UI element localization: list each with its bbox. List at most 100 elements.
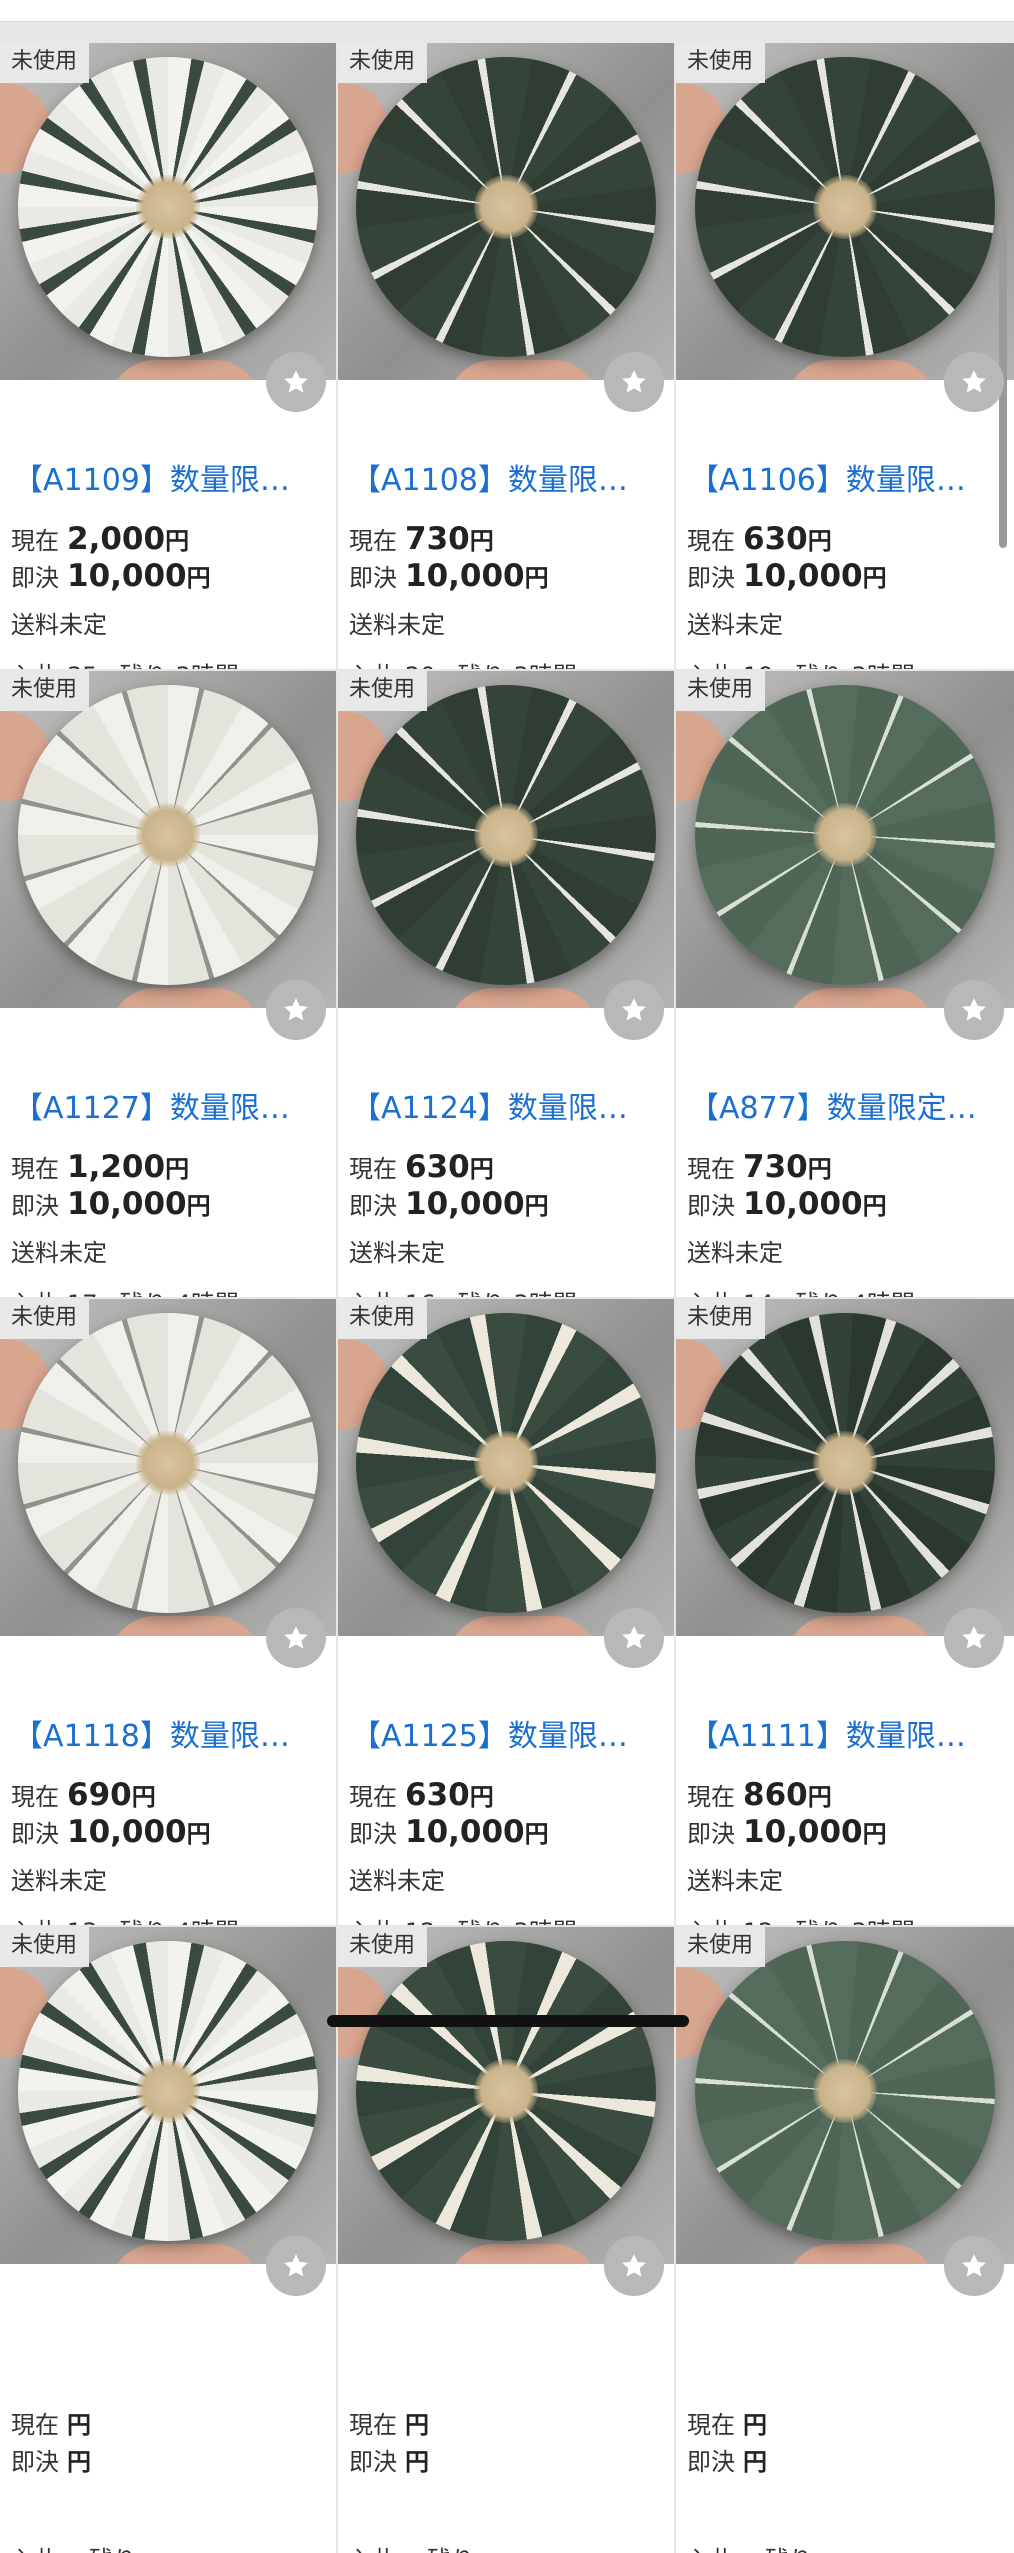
product-thumbnail[interactable]: 未使用 xyxy=(338,43,674,380)
product-card[interactable]: 未使用 【A1111】数量限… 現在860円 即決10,000円 送料未定 入札… xyxy=(676,1299,1014,1925)
current-price-label: 現在 xyxy=(687,2411,735,2439)
cactus-photo xyxy=(18,1313,318,1613)
product-thumbnail[interactable]: 未使用 xyxy=(0,1299,336,1636)
yen-unit: 円 xyxy=(67,2411,91,2439)
bid-count: 12 xyxy=(405,1918,436,1925)
bid-count: 17 xyxy=(67,1290,98,1297)
buy-now-price-row: 即決 10,000円 xyxy=(11,558,211,594)
product-thumbnail[interactable]: 未使用 xyxy=(676,1927,1014,2264)
favorite-button[interactable] xyxy=(266,1608,326,1668)
product-card[interactable]: 未使用 【A1127】数量限… 現在 1,200円 即決 10,000円 送料未定 … xyxy=(0,671,336,1297)
bid-count: 20 xyxy=(405,662,436,669)
product-title[interactable]: 【A1124】数量限… xyxy=(351,1091,671,1127)
shipping-info: 送料未定 xyxy=(11,611,107,639)
product-thumbnail[interactable]: 未使用 xyxy=(676,43,1014,380)
product-card[interactable]: 未使用 【A1109】数量限… 現在 2,000円 即決 10,000円 送料未定 … xyxy=(0,43,336,669)
home-indicator[interactable] xyxy=(327,2015,689,2027)
product-thumbnail[interactable]: 未使用 xyxy=(0,1927,336,2264)
buy-now-price-row: 即決 10,000円 xyxy=(349,558,549,594)
yen-unit: 円 xyxy=(743,2411,767,2439)
yen-unit: 円 xyxy=(807,527,832,555)
current-price-label: 現在 xyxy=(687,1783,735,1811)
time-left-label: 残り xyxy=(120,662,168,669)
yen-unit: 円 xyxy=(469,527,494,555)
product-card[interactable]: 未使用 【A1108】数量限… 現在730円 即決10,000円 送料未定 入札… xyxy=(338,43,674,669)
favorite-button[interactable] xyxy=(944,352,1004,412)
bid-count: 13 xyxy=(67,1918,98,1925)
bids-label: 入札 xyxy=(11,2546,59,2553)
current-price-label: 現在 xyxy=(687,1155,735,1183)
product-thumbnail[interactable]: 未使用 xyxy=(338,671,674,1008)
favorite-button[interactable] xyxy=(266,352,326,412)
time-left-label: 残り xyxy=(458,1918,506,1925)
buy-now-price: 10,000 xyxy=(405,1186,525,1222)
bid-meta: 入札 16 残り 3時間 xyxy=(349,1284,577,1297)
star-icon xyxy=(962,998,986,1021)
top-bar xyxy=(0,0,1014,22)
buy-now-label: 即決 xyxy=(687,564,735,592)
product-grid: 未使用 【A1109】数量限… 現在 2,000円 即決 10,000円 送料未定 … xyxy=(0,43,1014,2553)
time-left-label: 残り xyxy=(427,2546,475,2553)
product-card[interactable]: 未使用 【A877】数量限定… 現在730円 即決10,000円 送料未定 入札… xyxy=(676,671,1014,1297)
bid-meta: 入札 19 残り 3時間 xyxy=(687,656,915,669)
favorite-button[interactable] xyxy=(604,980,664,1040)
shipping-info: 送料未定 xyxy=(349,1867,445,1895)
current-price: 1,200 xyxy=(67,1149,166,1185)
favorite-button[interactable] xyxy=(944,1608,1004,1668)
time-left: 3時間 xyxy=(176,662,239,669)
favorite-button[interactable] xyxy=(604,1608,664,1668)
bid-meta: 入札 残り xyxy=(687,2540,821,2553)
product-title[interactable]: 【A1106】数量限… xyxy=(689,463,1009,499)
bid-meta: 入札 残り xyxy=(11,2540,145,2553)
yen-unit: 円 xyxy=(862,1820,887,1848)
product-title[interactable]: 【A1108】数量限… xyxy=(351,463,671,499)
buy-now-label: 即決 xyxy=(349,1820,397,1848)
product-title[interactable]: 【A1127】数量限… xyxy=(13,1091,333,1127)
product-thumbnail[interactable]: 未使用 xyxy=(0,671,336,1008)
current-price-row: 現在 730円 xyxy=(349,521,494,557)
product-thumbnail[interactable]: 未使用 xyxy=(676,1299,1014,1636)
favorite-button[interactable] xyxy=(944,980,1004,1040)
product-card[interactable]: 未使用 現在円 即決円 入札 残り xyxy=(0,1927,336,2553)
favorite-button[interactable] xyxy=(604,2236,664,2296)
time-left-label: 残り xyxy=(765,2546,813,2553)
product-title[interactable]: 【A1111】数量限… xyxy=(689,1719,1009,1755)
yen-unit: 円 xyxy=(524,564,549,592)
favorite-button[interactable] xyxy=(266,980,326,1040)
favorite-button[interactable] xyxy=(944,2236,1004,2296)
product-card[interactable]: 未使用 【A1125】数量限… 現在630円 即決10,000円 送料未定 入札… xyxy=(338,1299,674,1925)
bids-label: 入札 xyxy=(11,1918,59,1925)
buy-now-price-row: 即決円 xyxy=(687,2442,767,2478)
product-title[interactable]: 【A1118】数量限… xyxy=(13,1719,333,1755)
product-thumbnail[interactable]: 未使用 xyxy=(338,1927,674,2264)
time-left: 4時間 xyxy=(852,1290,915,1297)
cactus-photo xyxy=(356,1941,656,2241)
favorite-button[interactable] xyxy=(266,2236,326,2296)
yen-unit: 円 xyxy=(524,1820,549,1848)
buy-now-price-row: 即決 10,000円 xyxy=(11,1186,211,1222)
condition-badge: 未使用 xyxy=(338,671,428,711)
time-left: 3時間 xyxy=(514,1290,577,1297)
product-title[interactable]: 【A1109】数量限… xyxy=(13,463,333,499)
yen-unit: 円 xyxy=(165,1155,190,1183)
product-thumbnail[interactable]: 未使用 xyxy=(676,671,1014,1008)
bids-label: 入札 xyxy=(349,2546,397,2553)
favorite-button[interactable] xyxy=(604,352,664,412)
product-title[interactable]: 【A877】数量限定… xyxy=(689,1091,1009,1127)
time-left-label: 残り xyxy=(120,1918,168,1925)
product-card[interactable]: 未使用 【A1118】数量限… 現在690円 即決10,000円 送料未定 入札… xyxy=(0,1299,336,1925)
product-thumbnail[interactable]: 未使用 xyxy=(0,43,336,380)
yen-unit: 円 xyxy=(862,564,887,592)
product-title[interactable]: 【A1125】数量限… xyxy=(351,1719,671,1755)
condition-badge: 未使用 xyxy=(338,1299,428,1339)
yen-unit: 円 xyxy=(131,1783,156,1811)
product-thumbnail[interactable]: 未使用 xyxy=(338,1299,674,1636)
condition-badge: 未使用 xyxy=(338,1927,428,1967)
current-price-label: 現在 xyxy=(349,1783,397,1811)
time-left: 3時間 xyxy=(852,662,915,669)
product-card[interactable]: 未使用 【A1124】数量限… 現在630円 即決10,000円 送料未定 入札… xyxy=(338,671,674,1297)
shipping-info: 送料未定 xyxy=(349,1239,445,1267)
current-price-row: 現在円 xyxy=(11,2405,91,2441)
product-card[interactable]: 未使用 現在円 即決円 入札 残り xyxy=(676,1927,1014,2553)
product-card[interactable]: 未使用 【A1106】数量限… 現在630円 即決10,000円 送料未定 入札… xyxy=(676,43,1014,669)
